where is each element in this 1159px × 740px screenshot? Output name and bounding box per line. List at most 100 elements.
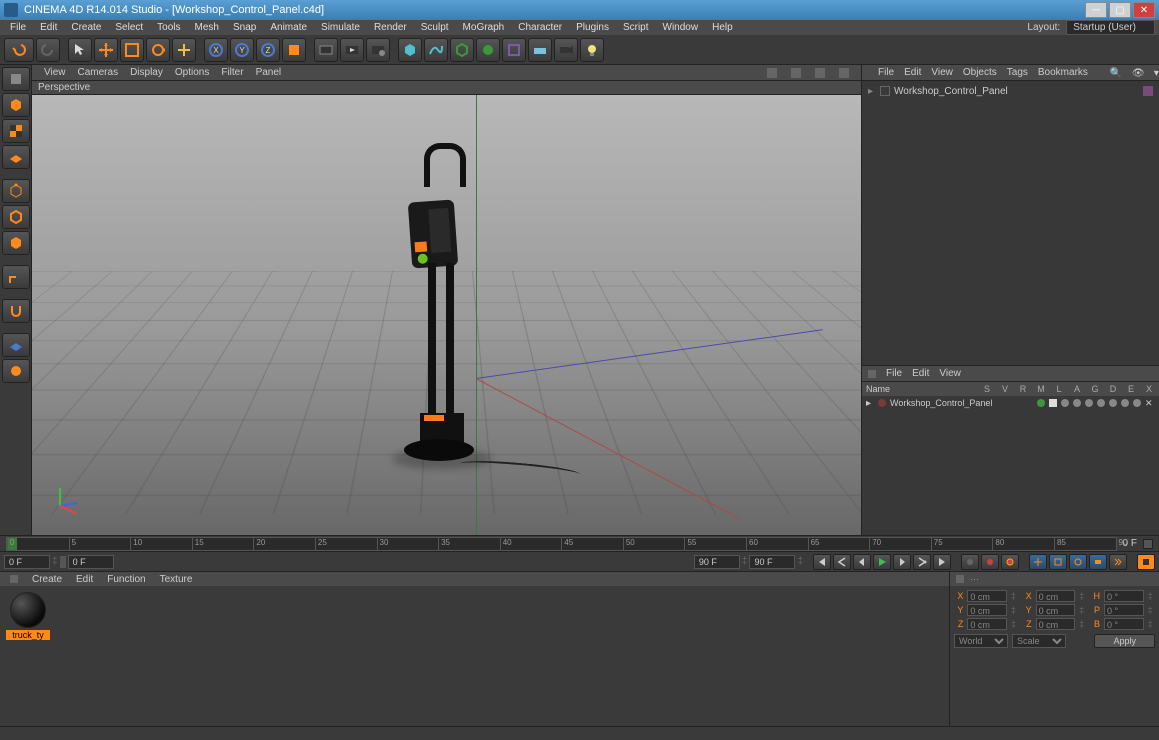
dot-icon[interactable] [1121, 399, 1129, 407]
size-y-field[interactable]: 0 cm [1036, 604, 1076, 616]
vp-nav-icon-1[interactable] [767, 68, 777, 78]
menu-mograph[interactable]: MoGraph [457, 22, 511, 33]
attr-menu-file[interactable]: File [886, 368, 902, 379]
material-thumb[interactable]: truck_ty [6, 592, 50, 640]
panel-grip-icon[interactable] [10, 575, 18, 583]
model-mode-icon[interactable] [2, 93, 30, 117]
attr-row[interactable]: ▸ Workshop_Control_Panel ✕ [862, 396, 1159, 410]
timeline-track[interactable]: 051015202530354045505560657075808590 [6, 537, 1117, 551]
add-cube[interactable] [398, 38, 422, 62]
add-spline[interactable] [424, 38, 448, 62]
size-x-field[interactable]: 0 cm [1036, 590, 1076, 602]
attr-tree[interactable]: ▸ Workshop_Control_Panel ✕ [862, 396, 1159, 535]
planar-workplane-icon[interactable] [2, 359, 30, 383]
coord-world-dropdown[interactable]: World [954, 634, 1008, 648]
expand-icon[interactable]: ▸ [866, 398, 874, 409]
polys-mode-icon[interactable] [2, 231, 30, 255]
layout-dropdown[interactable]: Startup (User) [1066, 20, 1155, 35]
menu-select[interactable]: Select [109, 22, 149, 33]
render-pv[interactable] [340, 38, 364, 62]
filter-icon[interactable]: ▾ [1154, 68, 1159, 78]
rotate-tool[interactable] [146, 38, 170, 62]
make-editable-icon[interactable] [2, 67, 30, 91]
add-light[interactable] [580, 38, 604, 62]
dot-icon[interactable] [1073, 399, 1081, 407]
expand-icon[interactable]: ▸ [868, 86, 876, 97]
texture-mode-icon[interactable] [2, 119, 30, 143]
next-key-button[interactable] [913, 554, 931, 570]
menu-mesh[interactable]: Mesh [189, 22, 225, 33]
play-button[interactable] [873, 554, 891, 570]
obj-menu-view[interactable]: View [931, 67, 953, 78]
param-key-button[interactable] [1089, 554, 1107, 570]
pos-z-field[interactable]: 0 cm [967, 618, 1007, 630]
apply-button[interactable]: Apply [1094, 634, 1155, 648]
undo-button[interactable] [4, 38, 34, 62]
menu-render[interactable]: Render [368, 22, 413, 33]
mat-menu-edit[interactable]: Edit [76, 574, 93, 585]
pos-key-button[interactable] [1029, 554, 1047, 570]
menu-help[interactable]: Help [706, 22, 739, 33]
menu-edit[interactable]: Edit [34, 22, 63, 33]
vp-menu-cameras[interactable]: Cameras [78, 67, 119, 78]
phong-tag-icon[interactable] [1143, 86, 1153, 96]
frame-start-field[interactable]: 0 F [4, 555, 50, 569]
frame-range-in[interactable]: 90 F [694, 555, 740, 569]
pla-key-button[interactable] [1109, 554, 1127, 570]
panel-grip-icon[interactable] [956, 575, 964, 583]
menu-file[interactable]: File [4, 22, 32, 33]
menu-sculpt[interactable]: Sculpt [415, 22, 455, 33]
keymode-button[interactable] [1137, 554, 1155, 570]
dot-icon[interactable] [1097, 399, 1105, 407]
add-camera[interactable] [554, 38, 578, 62]
attr-menu-edit[interactable]: Edit [912, 368, 929, 379]
obj-menu-file[interactable]: File [878, 67, 894, 78]
xaxis-lock[interactable]: X [204, 38, 228, 62]
rot-b-field[interactable]: 0 ° [1104, 618, 1144, 630]
dot-icon[interactable] [1133, 399, 1141, 407]
axis-mode-icon[interactable] [2, 265, 30, 289]
scale-key-button[interactable] [1049, 554, 1067, 570]
record-button[interactable] [961, 554, 979, 570]
slider-handle[interactable] [60, 556, 66, 568]
mat-menu-texture[interactable]: Texture [160, 574, 193, 585]
obj-menu-objects[interactable]: Objects [963, 67, 997, 78]
scale-tool[interactable] [120, 38, 144, 62]
vp-menu-view[interactable]: View [44, 67, 66, 78]
minimize-button[interactable]: ─ [1085, 2, 1107, 18]
close-button[interactable]: ✕ [1133, 2, 1155, 18]
dot-icon[interactable] [1037, 399, 1045, 407]
snap-icon[interactable] [2, 299, 30, 323]
timeline-options-icon[interactable] [1143, 539, 1153, 549]
prev-frame-button[interactable] [853, 554, 871, 570]
move-tool[interactable] [94, 38, 118, 62]
render-settings[interactable] [366, 38, 390, 62]
viewport-3d[interactable] [32, 95, 861, 535]
obj-menu-tags[interactable]: Tags [1007, 67, 1028, 78]
workplane-icon[interactable] [2, 145, 30, 169]
attr-menu-view[interactable]: View [939, 368, 961, 379]
prev-key-button[interactable] [833, 554, 851, 570]
rot-h-field[interactable]: 0 ° [1104, 590, 1144, 602]
add-deformer[interactable] [502, 38, 526, 62]
attr-row-name[interactable]: Workshop_Control_Panel [890, 398, 1033, 408]
vp-menu-options[interactable]: Options [175, 67, 209, 78]
render-view[interactable] [314, 38, 338, 62]
rot-p-field[interactable]: 0 ° [1104, 604, 1144, 616]
menu-animate[interactable]: Animate [264, 22, 313, 33]
check-icon[interactable] [1049, 399, 1057, 407]
menu-window[interactable]: Window [657, 22, 705, 33]
obj-menu-bookmarks[interactable]: Bookmarks [1038, 67, 1088, 78]
search-icon[interactable]: 🔍 [1110, 68, 1120, 78]
material-list[interactable]: truck_ty [0, 586, 949, 726]
dot-icon[interactable] [1085, 399, 1093, 407]
tree-node-name[interactable]: Workshop_Control_Panel [894, 86, 1139, 97]
next-frame-button[interactable] [893, 554, 911, 570]
select-tool[interactable] [68, 38, 92, 62]
menu-plugins[interactable]: Plugins [570, 22, 615, 33]
rot-key-button[interactable] [1069, 554, 1087, 570]
redo-button[interactable] [36, 38, 60, 62]
goto-start-button[interactable] [813, 554, 831, 570]
maximize-button[interactable]: ▢ [1109, 2, 1131, 18]
points-mode-icon[interactable] [2, 179, 30, 203]
